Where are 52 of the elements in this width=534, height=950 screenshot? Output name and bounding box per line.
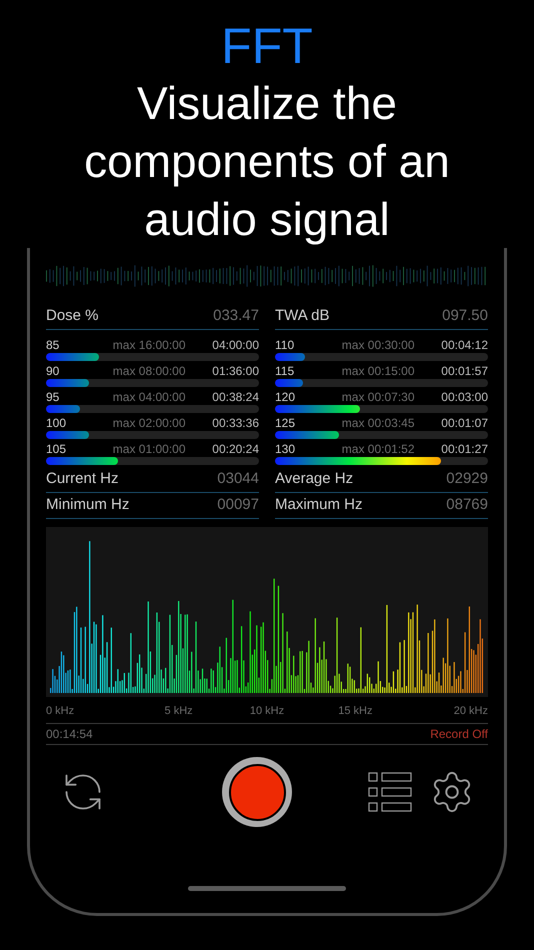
exposure-time: 00:01:57 <box>441 364 488 379</box>
list-icon <box>368 772 412 812</box>
block-value: 097.50 <box>442 306 488 326</box>
db-level: 85 <box>46 338 60 353</box>
record-status: Record Off <box>430 726 488 743</box>
stat-label: Average Hz <box>275 468 354 488</box>
exposure-time: 00:01:27 <box>441 442 488 457</box>
elapsed-time: 00:14:54 <box>46 726 93 743</box>
max-time: max 00:03:45 <box>342 416 414 431</box>
max-time: max 08:00:00 <box>112 364 186 379</box>
exposure-time: 00:38:24 <box>212 390 259 405</box>
exposure-time: 01:36:00 <box>212 364 259 379</box>
stat-label: Current Hz <box>46 468 119 488</box>
max-time: max 00:07:30 <box>342 390 414 405</box>
stat-value: 03044 <box>217 468 259 488</box>
db-level: 125 <box>275 416 296 431</box>
db-level: 100 <box>46 416 68 431</box>
exposure-time: 00:03:00 <box>441 390 488 405</box>
axis-label: 0 kHz <box>46 704 74 719</box>
max-time: max 02:00:00 <box>112 416 186 431</box>
db-level: 110 <box>275 338 296 353</box>
max-time: max 00:15:00 <box>342 364 414 379</box>
axis-label: 5 kHz <box>164 704 193 719</box>
max-time: max 04:00:00 <box>112 390 186 405</box>
axis-label: 15 kHz <box>338 704 373 719</box>
db-level: 90 <box>46 364 60 379</box>
stat-label: Maximum Hz <box>275 494 363 514</box>
exposure-time: 04:00:00 <box>212 338 259 353</box>
stat-label: Minimum Hz <box>46 494 130 514</box>
exposure-time: 00:33:36 <box>212 416 259 431</box>
db-level: 115 <box>275 364 296 379</box>
max-time: max 01:00:00 <box>112 442 186 457</box>
max-time: max 00:30:00 <box>342 338 414 353</box>
block-label: Dose % <box>46 306 99 326</box>
stat-value: 00097 <box>217 494 259 514</box>
db-level: 130 <box>275 442 296 457</box>
stat-value: 02929 <box>446 468 488 488</box>
exposure-time: 00:01:07 <box>441 416 488 431</box>
db-level: 120 <box>275 390 296 405</box>
max-time: max 16:00:00 <box>112 338 186 353</box>
block-label: TWA dB <box>275 306 330 326</box>
db-level: 95 <box>46 390 60 405</box>
axis-label: 10 kHz <box>250 704 284 719</box>
exposure-time: 00:04:12 <box>441 338 488 353</box>
stat-value: 08769 <box>446 494 488 514</box>
feature-title: FFT <box>221 18 313 74</box>
block-value: 033.47 <box>213 306 259 326</box>
max-time: max 00:01:52 <box>342 442 414 457</box>
exposure-time: 00:20:24 <box>212 442 259 457</box>
headline: Visualize the components of an audio signal <box>83 76 451 247</box>
axis-label: 20 kHz <box>454 704 488 719</box>
db-level: 105 <box>46 442 68 457</box>
